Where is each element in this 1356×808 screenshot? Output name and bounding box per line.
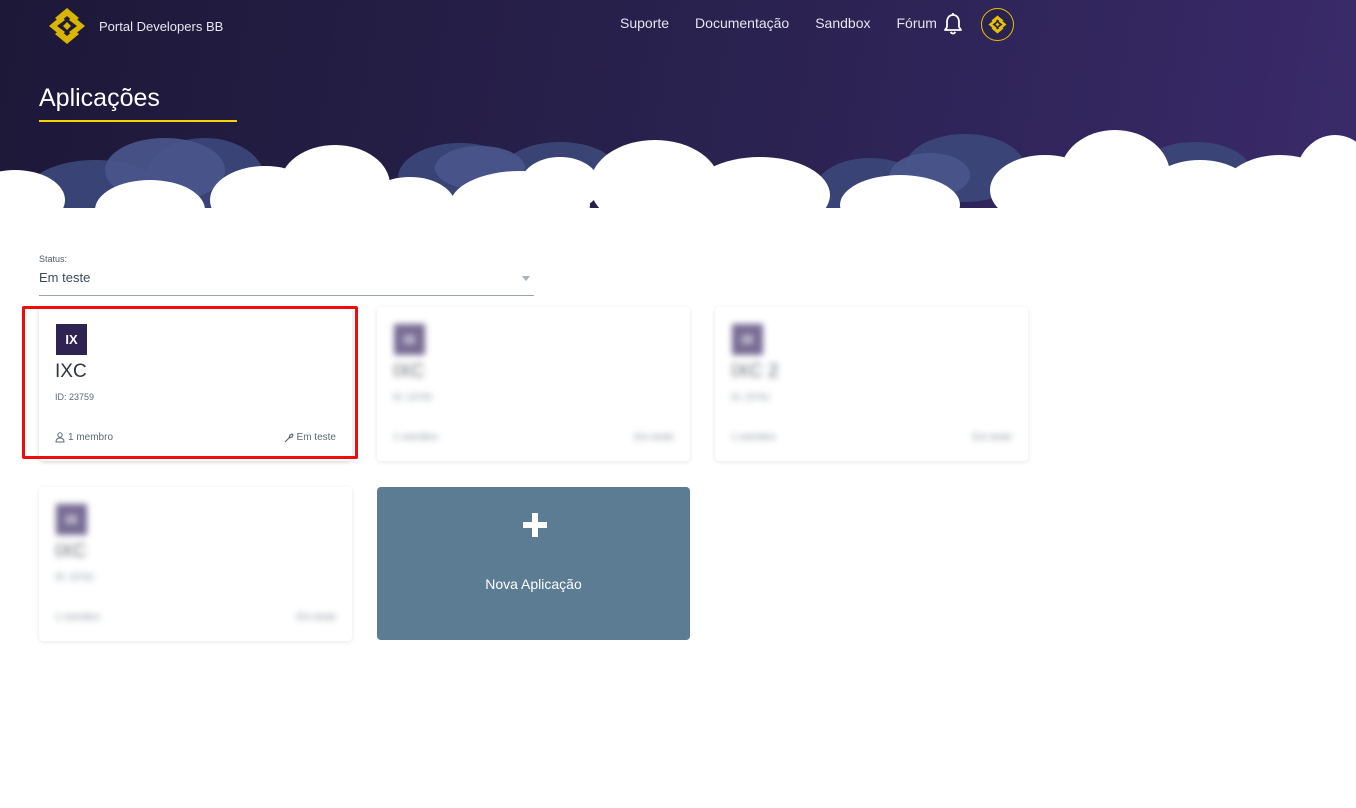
app-status-text: Em teste bbox=[296, 612, 336, 623]
app-badge: IX bbox=[732, 324, 763, 355]
bell-icon[interactable] bbox=[942, 12, 964, 36]
app-status: Em teste bbox=[284, 432, 336, 443]
brand-name: Portal Developers BB bbox=[99, 18, 224, 34]
application-card[interactable]: IX IXC ID: 23759 1 membro Em teste bbox=[39, 307, 352, 461]
app-members: 1 membro bbox=[55, 432, 113, 443]
app-members: 1 membro bbox=[731, 432, 776, 443]
user-icon bbox=[55, 432, 65, 443]
app-members-text: 1 membro bbox=[68, 432, 114, 443]
app-status-text: Em teste bbox=[972, 432, 1012, 443]
application-card[interactable]: IX IXC 2 ID: 23761 1 membro Em teste bbox=[715, 307, 1028, 461]
app-badge: IX bbox=[394, 324, 425, 355]
page-title: Aplicações bbox=[39, 84, 160, 112]
card-content: IX IXC ID: 23759 1 membro Em teste bbox=[39, 307, 352, 461]
app-members: 1 membro bbox=[393, 432, 438, 443]
status-filter: Status: Em teste bbox=[39, 254, 534, 296]
app-members: 1 membro bbox=[55, 612, 100, 623]
app-status-text: Em teste bbox=[296, 432, 336, 443]
app-name: IXC bbox=[55, 361, 87, 382]
app-status: Em teste bbox=[973, 432, 1012, 443]
title-underline bbox=[39, 120, 237, 122]
nav-link-sandbox[interactable]: Sandbox bbox=[815, 15, 870, 31]
new-application-label: Nova Aplicação bbox=[485, 576, 582, 592]
app-members-text: 1 membro bbox=[731, 432, 777, 443]
card-content: IX IXC 2 ID: 23761 1 membro Em teste bbox=[715, 307, 1028, 461]
user-avatar[interactable] bbox=[981, 8, 1014, 41]
application-card[interactable]: IX IXC ID: 23762 1 membro Em teste bbox=[39, 487, 352, 641]
bb-logo-icon bbox=[988, 15, 1007, 34]
card-content: IX IXC ID: 23762 1 membro Em teste bbox=[39, 487, 352, 641]
status-select[interactable]: Em teste bbox=[39, 269, 534, 296]
app-status: Em teste bbox=[635, 432, 674, 443]
app-id: ID: 23759 bbox=[55, 392, 95, 402]
application-card[interactable]: IX IXC ID: 23760 1 membro Em teste bbox=[377, 307, 690, 461]
app-name: IXC 2 bbox=[731, 361, 779, 382]
main-nav: Suporte Documentação Sandbox Fórum bbox=[620, 15, 963, 31]
new-application-button[interactable]: Nova Aplicação bbox=[377, 487, 690, 640]
chevron-down-icon bbox=[522, 276, 530, 281]
tool-icon bbox=[284, 432, 294, 442]
app-status-text: Em teste bbox=[634, 432, 674, 443]
app-status: Em teste bbox=[297, 612, 336, 623]
nav-link-documentacao[interactable]: Documentação bbox=[695, 15, 789, 31]
app-badge: IX bbox=[56, 504, 87, 535]
app-id: ID: 23762 bbox=[55, 572, 95, 582]
app-name: IXC bbox=[55, 541, 87, 562]
plus-icon bbox=[523, 513, 547, 537]
nav-link-forum[interactable]: Fórum bbox=[897, 15, 937, 31]
top-navigation-bar: Portal Developers BB Suporte Documentaçã… bbox=[0, 0, 1356, 50]
bb-logo-icon bbox=[49, 8, 85, 44]
status-select-value: Em teste bbox=[39, 270, 91, 285]
card-content: IX IXC ID: 23760 1 membro Em teste bbox=[377, 307, 690, 461]
nav-link-suporte[interactable]: Suporte bbox=[620, 15, 669, 31]
brand[interactable]: Portal Developers BB bbox=[46, 6, 223, 46]
app-members-text: 1 membro bbox=[393, 432, 439, 443]
status-filter-label: Status: bbox=[39, 254, 68, 264]
app-badge: IX bbox=[56, 324, 87, 355]
app-members-text: 1 membro bbox=[55, 612, 101, 623]
app-id: ID: 23760 bbox=[393, 392, 433, 402]
app-id: ID: 23761 bbox=[731, 392, 771, 402]
app-name: IXC bbox=[393, 361, 425, 382]
